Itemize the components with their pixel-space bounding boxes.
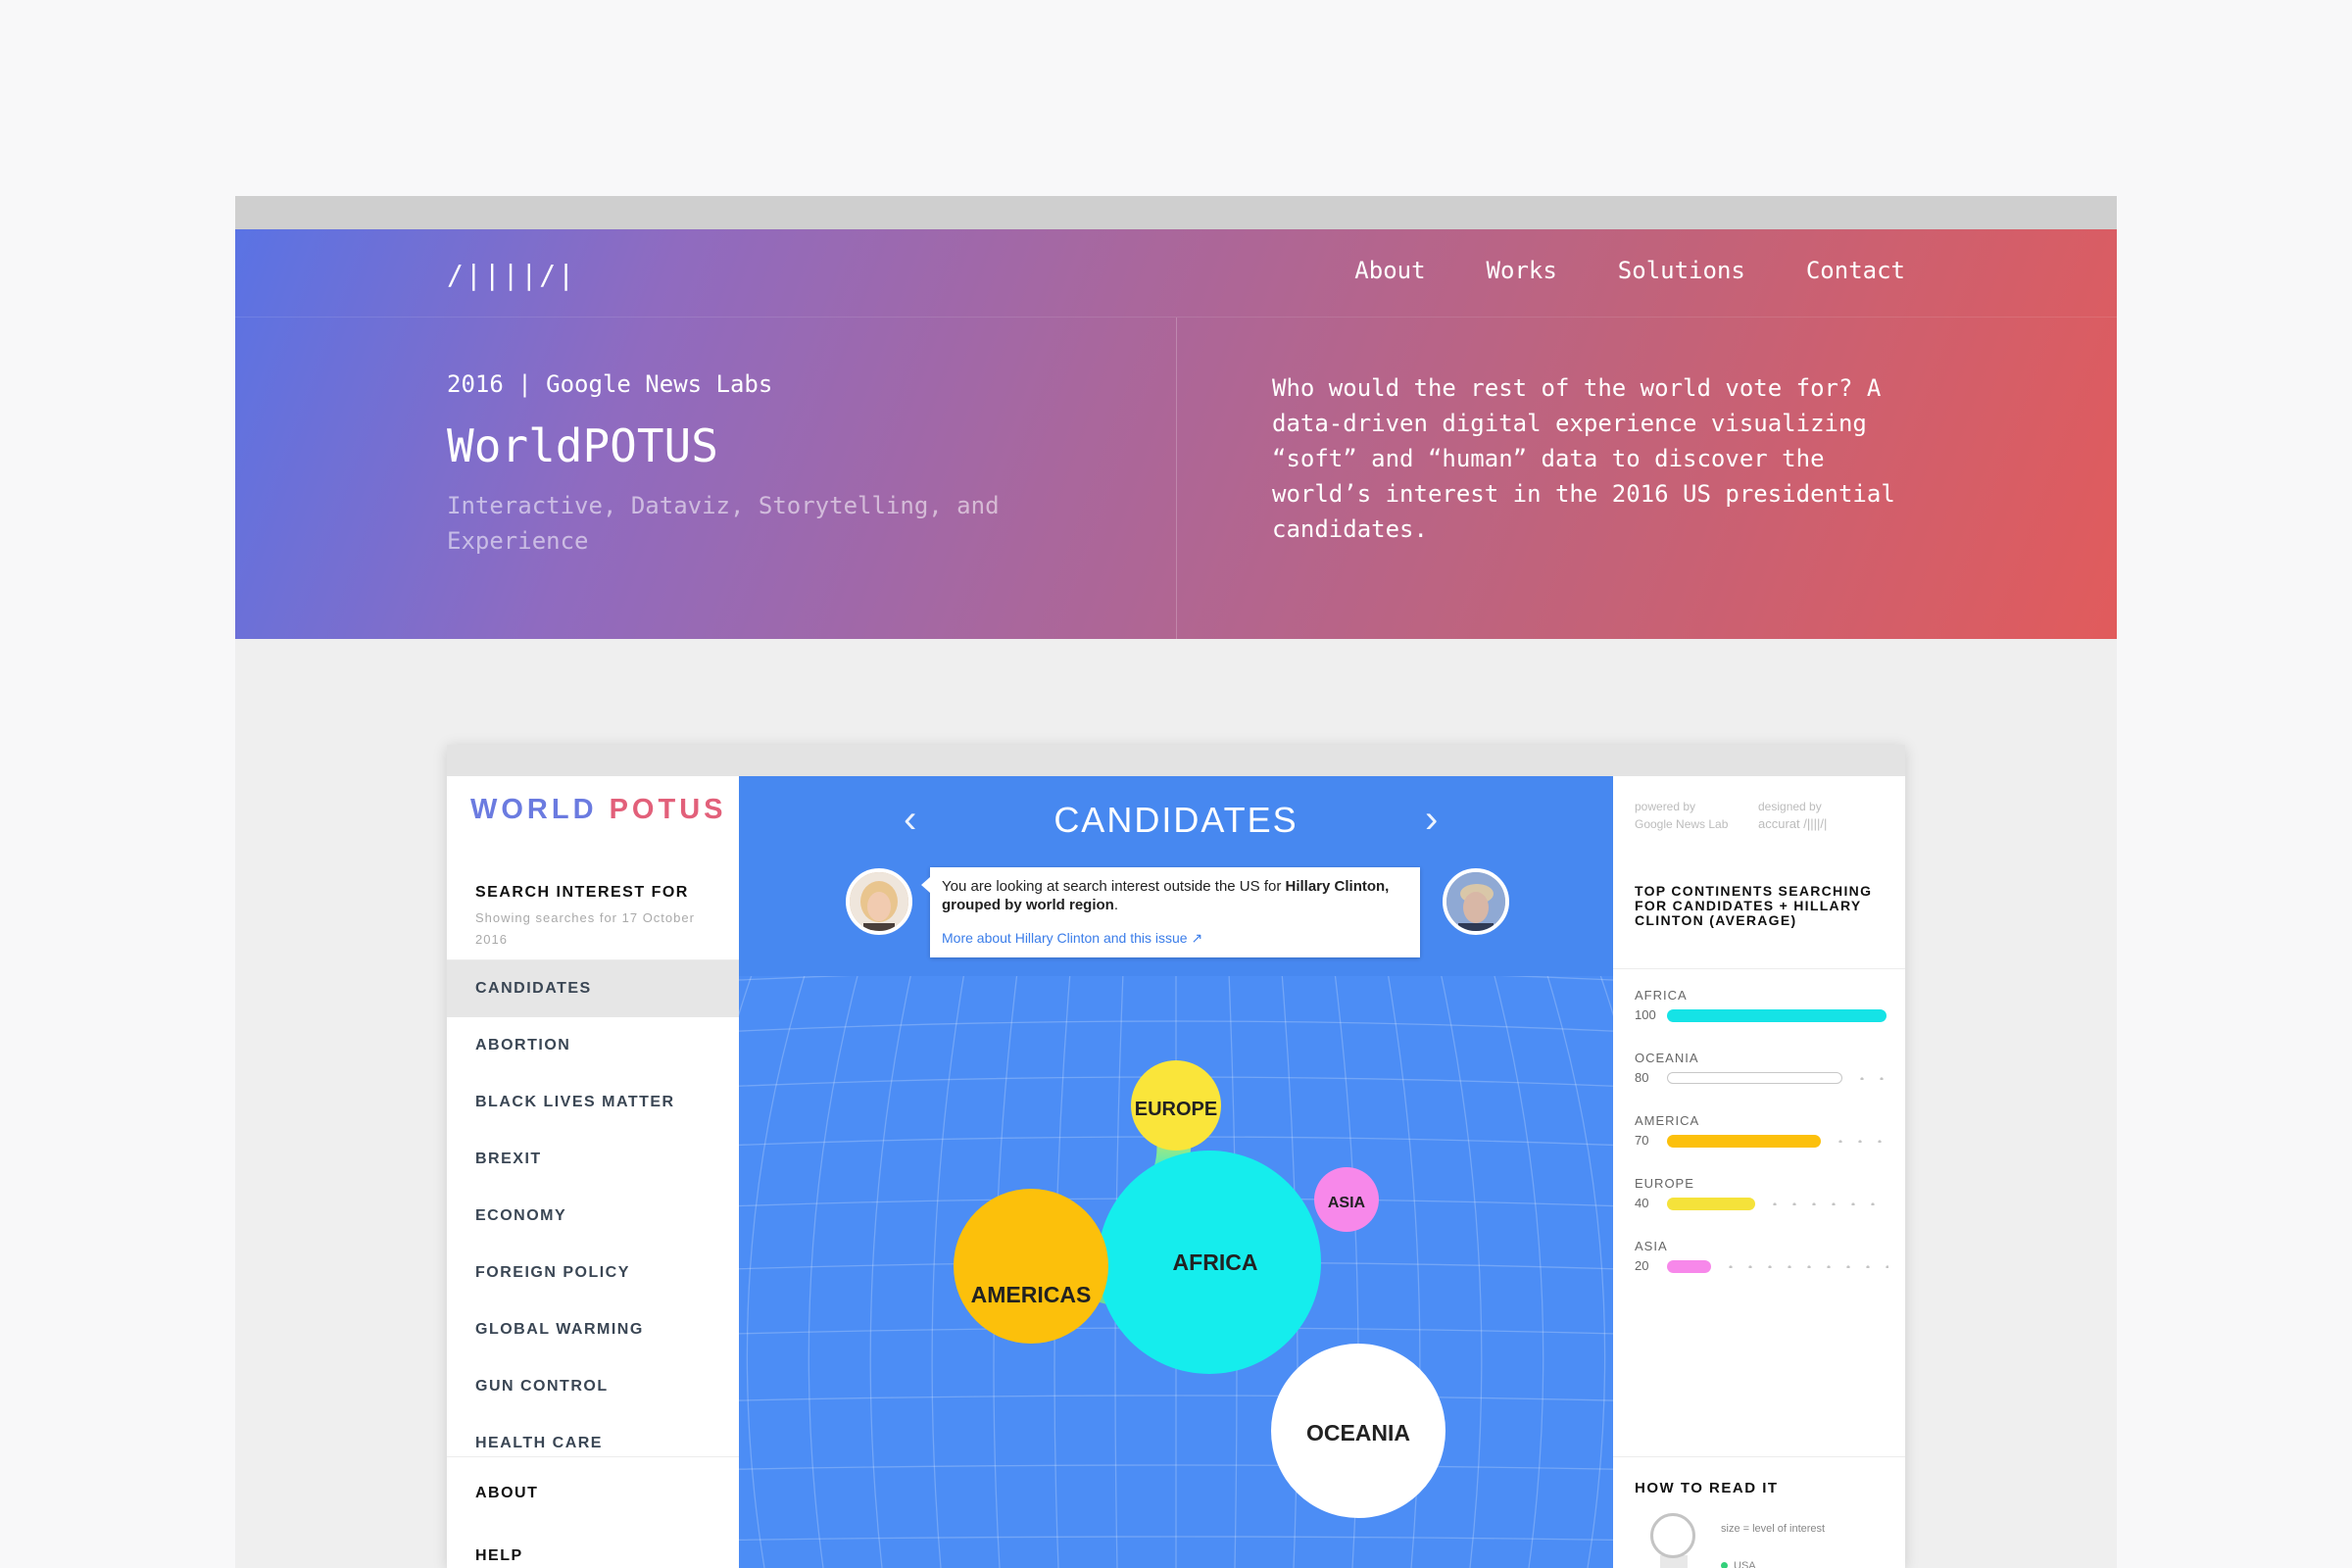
legend-usa: USA xyxy=(1721,1560,1756,1568)
legend-size-note: size = level of interest xyxy=(1721,1523,1826,1535)
bar-row-africa[interactable]: AFRICA 100 xyxy=(1635,988,1891,1043)
bar-value: 70 xyxy=(1635,1133,1649,1148)
app-screenshot: WORLD POTUS SEARCH INTEREST FOR Showing … xyxy=(447,745,1905,1568)
menu-item-economy[interactable]: ECONOMY xyxy=(447,1188,739,1245)
africa-label: AFRICA xyxy=(1173,1250,1258,1275)
menu-item-abortion[interactable]: ABORTION xyxy=(447,1017,739,1074)
bar-name: OCEANIA xyxy=(1635,1051,1699,1065)
designed-by-value: accurat /||||/| xyxy=(1758,816,1828,831)
project-description: Who would the rest of the world vote for… xyxy=(1272,374,1895,543)
project-tags: Interactive, Dataviz, Storytelling, and … xyxy=(447,492,1000,555)
bar-value: 80 xyxy=(1635,1070,1649,1085)
legend-circle-icon xyxy=(1650,1513,1695,1558)
top-continents-title: TOP CONTINENTS SEARCHING FOR CANDIDATES … xyxy=(1635,883,1873,928)
bar-name: AFRICA xyxy=(1635,988,1688,1003)
app-sidebar: WORLD POTUS SEARCH INTEREST FOR Showing … xyxy=(447,776,739,1568)
asia-label: ASIA xyxy=(1328,1195,1366,1211)
bar-row-asia[interactable]: ASIA 20 xyxy=(1635,1239,1891,1294)
americas-bubble[interactable] xyxy=(954,1189,1108,1344)
bar-remainder-dots xyxy=(1763,1202,1888,1205)
bar-value: 20 xyxy=(1635,1258,1649,1273)
logo-word-world: WORLD xyxy=(470,794,598,825)
bar-fill xyxy=(1667,1260,1711,1273)
bar-row-oceania[interactable]: OCEANIA 80 xyxy=(1635,1051,1891,1105)
bar-row-europe[interactable]: EUROPE 40 xyxy=(1635,1176,1891,1231)
footer-help-link[interactable]: HELP xyxy=(475,1547,523,1565)
bubble-visualization: ‹ CANDIDATES › You are looking at search… xyxy=(739,776,1613,1568)
menu-item-candidates[interactable]: CANDIDATES xyxy=(447,960,739,1017)
hero-section: /||||/| About Works Solutions Contact 20… xyxy=(235,229,2117,639)
bar-fill xyxy=(1667,1072,1842,1084)
project-meta: 2016 | Google News Labs xyxy=(447,370,773,398)
nav-works[interactable]: Works xyxy=(1487,257,1557,284)
logo-word-potus: POTUS xyxy=(609,794,727,825)
right-panel: powered by Google News Lab designed by a… xyxy=(1613,776,1905,1568)
site-navbar: /||||/| About Works Solutions Contact xyxy=(235,229,2117,318)
hero-divider xyxy=(1176,318,1177,639)
how-to-read-title: HOW TO READ IT xyxy=(1635,1480,1779,1496)
browser-top-bar xyxy=(235,196,2117,229)
search-date-note: Showing searches for 17 October 2016 xyxy=(475,910,695,947)
site-logo[interactable]: /||||/| xyxy=(447,259,576,291)
menu-item-global-warming[interactable]: GLOBAL WARMING xyxy=(447,1301,739,1358)
bar-value: 40 xyxy=(1635,1196,1649,1210)
bar-row-america[interactable]: AMERICA 70 xyxy=(1635,1113,1891,1168)
bar-name: EUROPE xyxy=(1635,1176,1694,1191)
nav-contact[interactable]: Contact xyxy=(1806,257,1905,284)
search-interest-label: SEARCH INTEREST FOR xyxy=(475,884,689,901)
menu-item-foreign-policy[interactable]: FOREIGN POLICY xyxy=(447,1245,739,1301)
nav-solutions[interactable]: Solutions xyxy=(1618,257,1745,284)
nav-links: About Works Solutions Contact xyxy=(1354,257,1905,284)
bar-fill xyxy=(1667,1135,1821,1148)
bar-track xyxy=(1667,1009,1886,1022)
browser-frame: /||||/| About Works Solutions Contact 20… xyxy=(235,196,2117,1568)
bar-fill xyxy=(1667,1198,1755,1210)
usa-dot-icon xyxy=(1721,1562,1728,1568)
sidebar-footer: ABOUT HELP xyxy=(447,1456,739,1568)
powered-by-credit[interactable]: powered by Google News Lab xyxy=(1635,798,1728,833)
bar-fill xyxy=(1667,1009,1886,1022)
right-panel-divider xyxy=(1613,968,1905,969)
nav-about[interactable]: About xyxy=(1354,257,1425,284)
bar-remainder-dots xyxy=(1719,1265,1888,1268)
footer-about-link[interactable]: ABOUT xyxy=(475,1485,538,1502)
topic-menu: CANDIDATES ABORTION BLACK LIVES MATTER B… xyxy=(447,960,739,1472)
menu-item-black-lives-matter[interactable]: BLACK LIVES MATTER xyxy=(447,1074,739,1131)
powered-by-value: Google News Lab xyxy=(1635,817,1729,831)
bar-name: AMERICA xyxy=(1635,1113,1700,1128)
bar-value: 100 xyxy=(1635,1007,1656,1022)
oceania-label: OCEANIA xyxy=(1306,1420,1410,1446)
bar-name: ASIA xyxy=(1635,1239,1668,1253)
how-to-read-divider xyxy=(1613,1456,1905,1457)
menu-item-gun-control[interactable]: GUN CONTROL xyxy=(447,1358,739,1415)
menu-item-brexit[interactable]: BREXIT xyxy=(447,1131,739,1188)
world-potus-logo[interactable]: WORLD POTUS xyxy=(470,794,727,826)
americas-label: AMERICAS xyxy=(971,1282,1092,1307)
bar-remainder-dots xyxy=(1850,1077,1888,1080)
region-bubbles: EUROPE ASIA AFRICA AMERICAS OCEANIA xyxy=(954,1060,1446,1518)
powered-by-label: powered by xyxy=(1635,800,1696,813)
designed-by-label: designed by xyxy=(1758,800,1822,813)
europe-label: EUROPE xyxy=(1135,1099,1217,1120)
project-title: WorldPOTUS xyxy=(447,419,718,472)
designed-by-credit[interactable]: designed by accurat /||||/| xyxy=(1758,798,1827,833)
bar-remainder-dots xyxy=(1829,1140,1888,1143)
app-window-bar xyxy=(447,745,1905,776)
